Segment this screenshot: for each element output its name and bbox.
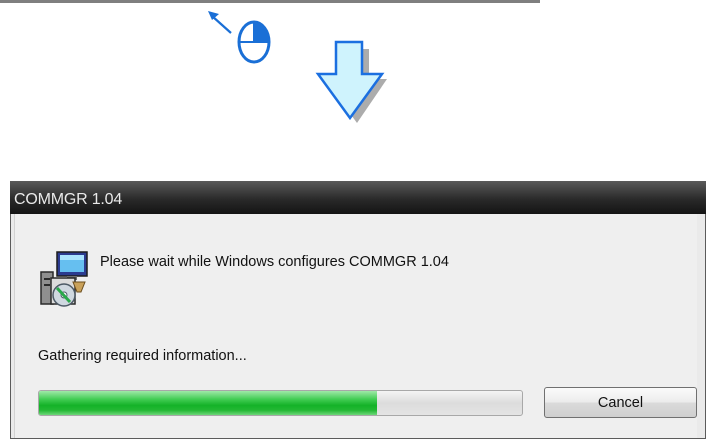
installer-setup-icon (40, 251, 88, 307)
titlebar[interactable]: COMMGR 1.04 (10, 181, 706, 214)
mouse-left-click-icon (208, 11, 271, 64)
dialog-body: Please wait while Windows configures COM… (10, 214, 706, 439)
down-arrow-icon (315, 40, 387, 123)
window-title: COMMGR 1.04 (14, 191, 123, 208)
progress-message: Please wait while Windows configures COM… (100, 254, 449, 270)
dialog-content: Please wait while Windows configures COM… (14, 214, 697, 438)
status-text: Gathering required information... (38, 348, 247, 364)
progress-fill (39, 391, 378, 415)
installer-dialog: COMMGR 1.04 Please wait while Windows co… (10, 181, 706, 439)
progress-bar (38, 390, 523, 416)
cancel-button[interactable]: Cancel (544, 387, 697, 418)
divider-line (0, 0, 540, 3)
